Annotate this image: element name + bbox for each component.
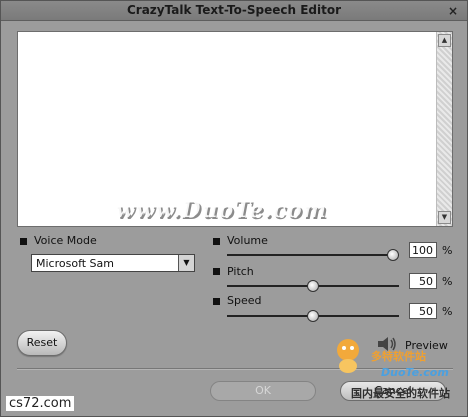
tts-editor-window: CrazyTalk Text-To-Speech Editor × ▲ ▼ ww… <box>0 0 468 417</box>
volume-slider-thumb[interactable] <box>387 249 399 261</box>
voice-mode-bullet <box>20 238 27 245</box>
close-button[interactable]: × <box>445 4 461 18</box>
scroll-down-icon[interactable]: ▼ <box>438 211 451 224</box>
volume-unit: % <box>442 244 453 257</box>
voice-mode-select[interactable]: Microsoft Sam ▼ <box>31 254 195 272</box>
voice-mode-value: Microsoft Sam <box>36 257 114 270</box>
speed-unit: % <box>442 305 453 318</box>
pitch-value-field[interactable]: 50 <box>409 273 437 289</box>
ok-button[interactable]: OK <box>210 381 316 401</box>
volume-slider-track[interactable] <box>227 254 399 256</box>
mascot-icon <box>337 339 359 373</box>
speed-slider-thumb[interactable] <box>307 310 319 322</box>
vertical-scrollbar[interactable]: ▲ ▼ <box>436 32 452 226</box>
logo-chinese-text: 多特软件站 <box>371 350 426 363</box>
speed-value-field[interactable]: 50 <box>409 303 437 319</box>
title-bar[interactable]: CrazyTalk Text-To-Speech Editor × <box>1 1 467 21</box>
pitch-label: Pitch <box>227 265 254 278</box>
reset-button[interactable]: Reset <box>17 330 67 356</box>
volume-bullet <box>213 238 220 245</box>
site-watermark: cs72.com <box>6 396 75 411</box>
logo-domain-text: DuoTe.com <box>381 366 449 379</box>
volume-value-field[interactable]: 100 <box>409 242 437 258</box>
window-title: CrazyTalk Text-To-Speech Editor <box>126 3 342 17</box>
volume-label: Volume <box>227 234 268 247</box>
chevron-down-icon[interactable]: ▼ <box>178 255 194 271</box>
speed-bullet <box>213 298 220 305</box>
voice-mode-label: Voice Mode <box>34 234 97 247</box>
logo-subtitle-text: 国内最安全的软件站 <box>351 387 450 400</box>
speed-label: Speed <box>227 294 262 307</box>
scroll-up-icon[interactable]: ▲ <box>438 34 451 47</box>
pitch-unit: % <box>442 275 453 288</box>
watermark-text: www.DuoTe.com <box>115 197 327 223</box>
watermark-logo: 多特软件站 DuoTe.com 国内最安全的软件站 <box>331 334 468 404</box>
pitch-slider-thumb[interactable] <box>307 280 319 292</box>
pitch-bullet <box>213 268 220 275</box>
